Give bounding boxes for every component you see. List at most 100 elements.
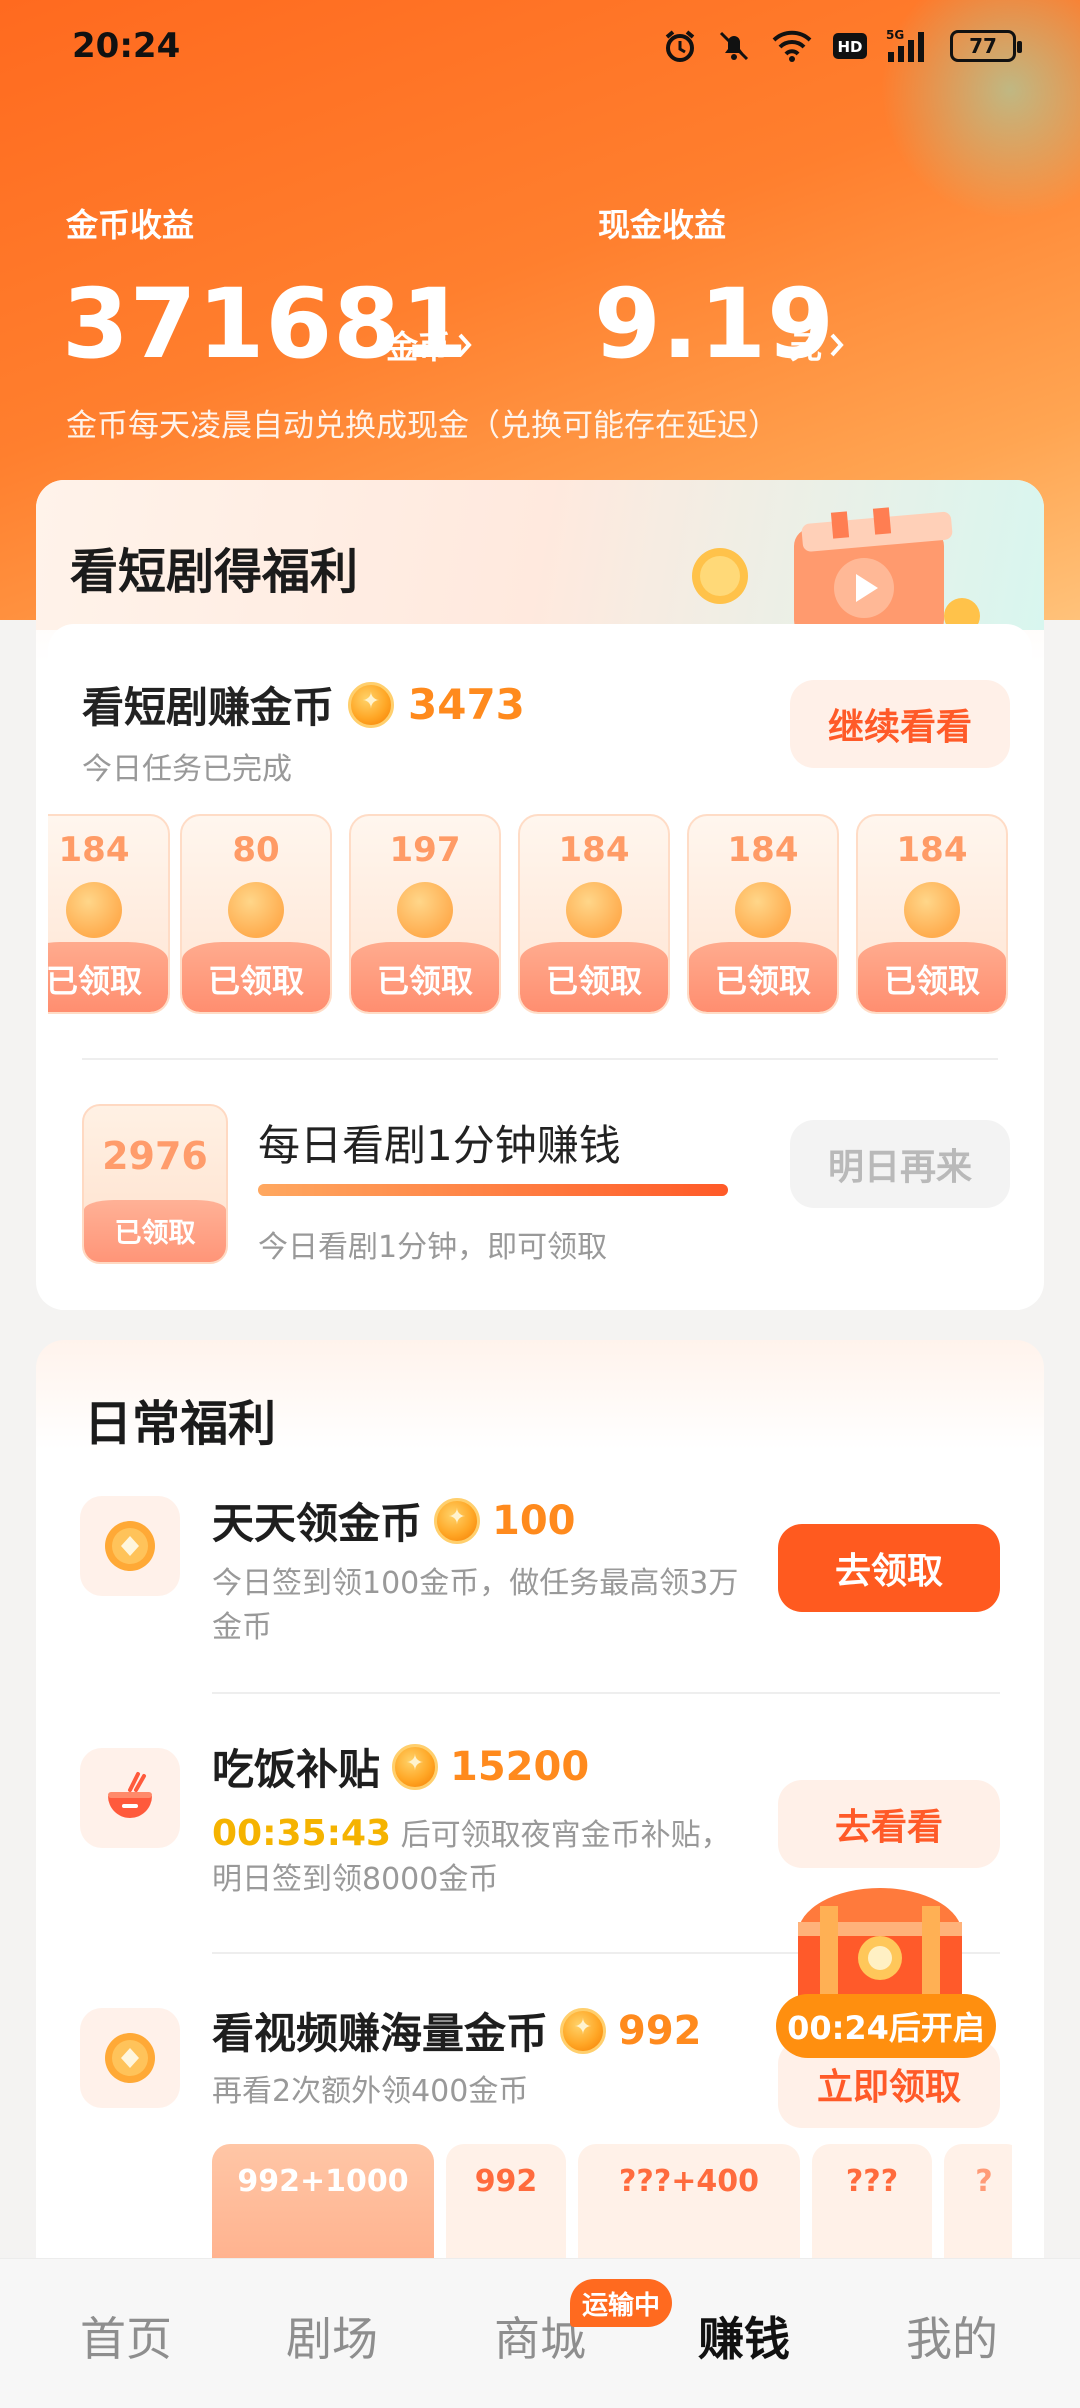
cash-earnings-label: 现金收益 [598,206,727,244]
chest-countdown[interactable]: 00:24后开启 [776,1994,996,2058]
reward-status: 已领取 [545,962,642,1000]
reward-status: 已领取 [207,962,304,1000]
daily-watch-title: 每日看剧1分钟赚钱 [258,1121,621,1170]
coin-icon [434,1497,481,1544]
reward-status: 已领取 [376,962,473,1000]
daily-box-status: 已领取 [114,1218,196,1249]
reward-status: 已领取 [714,962,811,1000]
meal-task-icon [80,1748,180,1848]
task-title: 吃饭补贴 [212,1745,381,1794]
coin-icon [735,882,791,938]
claim-coins-button[interactable]: 去领取 [778,1524,1000,1612]
task-desc: 再看2次额外领400金币 [212,2074,529,2109]
coin-icon [105,2033,155,2083]
video-reward-illustration [692,507,980,638]
exchange-note: 金币每天凌晨自动兑换成现金（兑换可能存在延迟） [66,408,779,444]
task-amount: 15200 [450,1743,590,1790]
reward-value: 184 [58,830,130,870]
coin-icon [392,1743,439,1790]
hd-icon: HD [833,33,867,59]
task-desc: 今日签到领100金币，做任务最高领3万金币 [212,1566,739,1645]
task-title-row: 吃饭补贴 15200 [212,1736,589,1797]
reward-tile[interactable]: 80 已领取 [180,814,332,1014]
daily-welfare-title: 日常福利 [84,1396,277,1452]
reward-status: 已领取 [883,962,980,1000]
drama-task-title: 看短剧赚金币 [82,683,335,732]
task-title: 看视频赚海量金币 [212,2009,549,2058]
coin-unit-link[interactable]: 金币 [386,322,474,368]
task-title-row: 天天领金币 100 [212,1490,576,1551]
reward-value: 184 [727,830,799,870]
coin-icon [66,882,122,938]
task-amount: 992 [618,2007,702,2054]
shipping-badge: 运输中 [570,2279,673,2327]
tab-home[interactable]: 首页 [80,2303,172,2369]
drama-welfare-card: 看短剧得福利 看短剧赚金币 3473 今日任务已完成 继续看看 184 已领取 8… [36,480,1044,1310]
coin-unit: 金币 [386,328,451,366]
daily-watch-reward-box: 2976 已领取 [82,1104,228,1264]
video-reward-value: 992+1000 [237,2164,409,2199]
wifi-icon [772,30,812,62]
reward-tile[interactable]: 184 已领取 [518,814,670,1014]
status-time: 20:24 [72,26,181,66]
daily-box-value: 2976 [102,1134,208,1178]
drama-task-title-row: 看短剧赚金币 3473 [82,674,525,735]
reward-value: 184 [558,830,630,870]
coin-icon [560,2007,607,2054]
reward-value: 80 [232,830,280,870]
countdown-timer: 00:35:43 [212,1813,392,1854]
divider [82,1058,998,1060]
daily-watch-progress-fill [258,1184,728,1196]
svg-text:HD: HD [837,38,862,56]
battery-level: 77 [969,34,997,58]
coin-icon [904,882,960,938]
reward-value: 184 [896,830,968,870]
status-icons: HD 5G 77 [662,28,1022,64]
coin-earnings-label: 金币收益 [66,206,195,244]
come-back-tomorrow-button[interactable]: 明日再来 [790,1120,1010,1208]
battery-indicator: 77 [950,30,1022,62]
rice-bowl-icon [108,1772,152,1818]
reward-tile[interactable]: 184 已领取 [856,814,1008,1014]
video-reward-value: ???+400 [619,2164,759,2199]
reward-tile[interactable]: 184 已领取 [687,814,839,1014]
mute-bell-icon [719,31,749,61]
video-reward-value: ? [975,2164,993,2199]
video-task-icon [80,2008,180,2108]
video-reward-value: 992 [474,2164,538,2199]
task-title: 天天领金币 [212,1499,423,1548]
task-title-row: 看视频赚海量金币 992 [212,2000,702,2061]
cash-unit-link[interactable]: 元 [790,322,846,368]
drama-task-status: 今日任务已完成 [82,752,292,787]
tab-me[interactable]: 我的 [906,2303,998,2369]
reward-value: 197 [389,830,461,870]
task-desc: 00:35:43 后可领取夜宵金币补贴，明日签到领8000金币 [212,1812,752,1902]
drama-card-title: 看短剧得福利 [70,544,359,600]
coin-task-icon [80,1496,180,1596]
coin-icon [397,882,453,938]
video-reward-value: ??? [845,2164,899,2199]
reward-status: 已领取 [48,962,142,1000]
tab-earn[interactable]: 赚钱 [698,2303,790,2369]
divider [212,1692,1000,1694]
signal-5g-icon: 5G [886,28,924,62]
task-amount: 100 [492,1497,576,1544]
coin-icon [566,882,622,938]
continue-watching-button[interactable]: 继续看看 [790,680,1010,768]
tab-theater[interactable]: 剧场 [286,2303,378,2369]
go-see-button[interactable]: 去看看 [778,1780,1000,1868]
coin-icon [105,1521,155,1571]
bottom-tab-bar: 首页 剧场 商城 运输中 赚钱 我的 [0,2258,1080,2408]
chevron-right-icon [458,333,472,357]
daily-watch-progress [258,1184,728,1196]
cash-unit: 元 [790,328,823,366]
drama-task-panel: 看短剧赚金币 3473 今日任务已完成 继续看看 184 已领取 80 已领取 19… [48,624,1032,1310]
reward-tile[interactable]: 197 已领取 [349,814,501,1014]
chevron-right-icon [830,333,844,357]
coin-icon [228,882,284,938]
drama-task-amount: 3473 [408,680,525,729]
coin-icon [348,681,395,728]
drama-reward-row: 184 已领取 80 已领取 197 已领取 184 已领取 184 已领取 184 已领取 [48,814,1032,1018]
svg-text:5G: 5G [886,28,904,42]
reward-tile[interactable]: 184 已领取 [48,814,170,1014]
